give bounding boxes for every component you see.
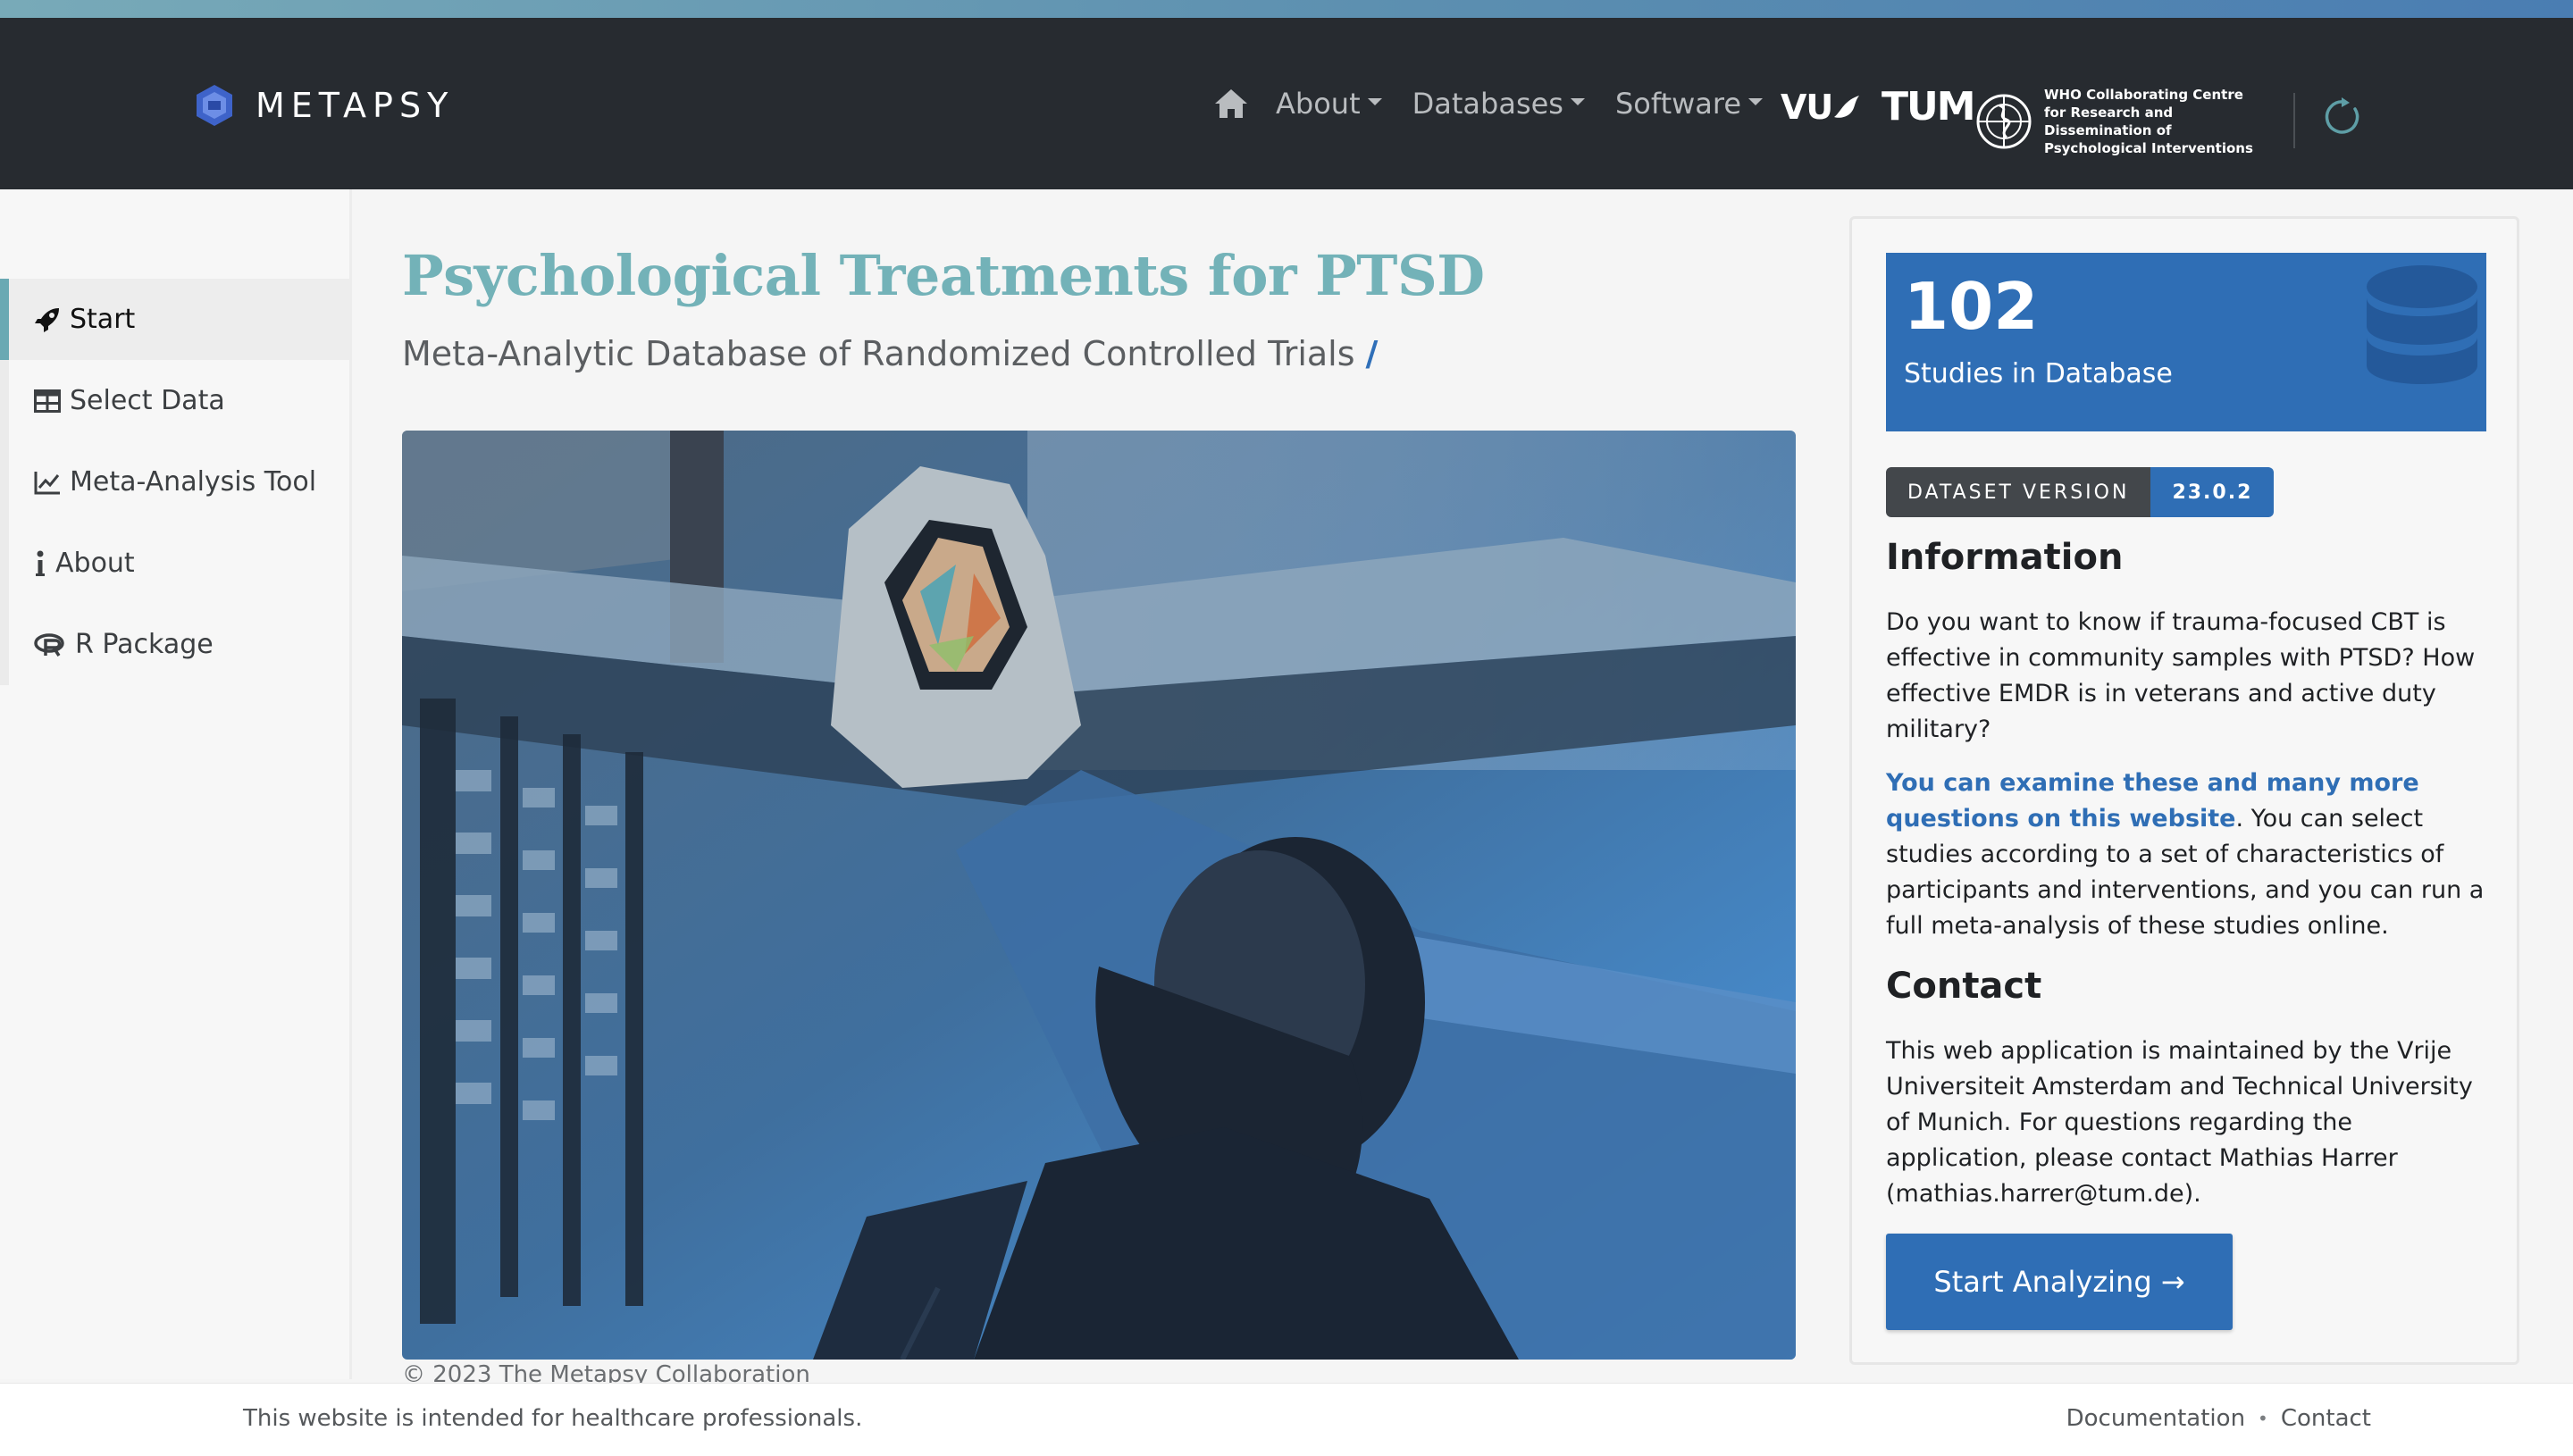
sidebar-item-label: Meta-Analysis Tool [70,466,317,498]
tum-logo-text: TUM [1882,84,1976,130]
caret-down-icon [1367,98,1382,105]
tum-logo[interactable]: TUM [1882,84,1976,130]
footer-notice: This website is intended for healthcare … [243,1405,863,1432]
sidebar-item-label: About [55,548,135,579]
footer-documentation-link[interactable]: Documentation [2066,1405,2245,1432]
studies-count: 102 [1904,269,2039,344]
sidebar-menu: Start Select Data Meta-Analysis Tool Abo… [0,279,350,685]
rocket-icon [34,306,61,333]
vu-logo-text: VU [1781,88,1833,127]
nav-about[interactable]: About [1276,87,1382,121]
nav-software-label: Software [1614,87,1742,121]
dataset-version-value: 23.0.2 [2150,467,2275,517]
brand-name: METAPSY [256,86,455,125]
footer-contact-link[interactable]: Contact [2281,1405,2371,1432]
info-card: 102 Studies in Database DATASET VERSION … [1849,216,2519,1365]
caret-down-icon [1748,98,1764,105]
who-emblem-icon [1976,94,2032,149]
information-text-2: You can examine these and many more ques… [1886,766,2493,944]
navbar: METAPSY About Databases Software VU TUM [0,18,2573,189]
who-logo-text: WHO Collaborating Centre for Research an… [2044,86,2276,157]
information-text: Do you want to know if trauma-focused CB… [1886,608,2476,743]
table-icon [34,388,61,414]
who-logo[interactable]: WHO Collaborating Centre for Research an… [1974,86,2276,157]
sidebar-item-start[interactable]: Start [0,279,350,360]
information-heading: Information [1886,537,2124,578]
contact-heading: Contact [1886,966,2042,1007]
sidebar-item-about[interactable]: About [0,523,350,604]
top-accent-strip [0,0,2573,18]
studies-label: Studies in Database [1904,358,2173,389]
r-project-icon [34,632,66,658]
sidebar-item-label: Select Data [70,385,225,416]
subtitle-slash: / [1365,334,1379,373]
chart-line-icon [34,469,61,496]
hero-photo [402,431,1796,1360]
brand-link[interactable]: METAPSY [195,79,454,132]
who-line-1: WHO Collaborating Centre [2044,87,2243,103]
nav-about-label: About [1276,87,1361,121]
nav-databases[interactable]: Databases [1412,87,1585,121]
nav-databases-label: Databases [1412,87,1563,121]
contact-text: This web application is maintained by th… [1886,1037,2473,1208]
dataset-version-badge: DATASET VERSION 23.0.2 [1886,467,2275,517]
griffin-icon [1834,96,1860,118]
footer-separator: • [2258,1408,2268,1429]
dataset-version-label: DATASET VERSION [1886,467,2151,517]
nav-software[interactable]: Software [1614,87,1764,121]
page-title: Psychological Treatments for PTSD [402,243,1485,308]
home-icon[interactable] [1211,84,1251,123]
who-line-2: for Research and Dissemination of [2044,105,2174,138]
start-analyzing-button[interactable]: Start Analyzing → [1886,1234,2233,1330]
caret-down-icon [1570,98,1585,105]
who-line-3: Psychological Interventions [2044,140,2253,156]
sidebar: Start Select Data Meta-Analysis Tool Abo… [0,189,352,1379]
info-icon [34,550,46,577]
refresh-icon[interactable] [2323,96,2364,138]
hero-image [402,431,1796,1360]
vu-logo[interactable]: VU [1781,88,1863,127]
sidebar-item-select-data[interactable]: Select Data [0,360,350,441]
footer: This website is intended for healthcare … [0,1383,2573,1456]
sidebar-item-label: R Package [75,629,214,660]
sidebar-item-r-package[interactable]: R Package [0,604,350,685]
sidebar-item-label: Start [70,304,136,335]
page-subtitle: Meta-Analytic Database of Randomized Con… [402,334,1378,373]
metapsy-logo-icon [197,85,232,126]
studies-stat-box: 102 Studies in Database [1886,253,2486,431]
sidebar-item-meta-analysis-tool[interactable]: Meta-Analysis Tool [0,441,350,523]
page-subtitle-text: Meta-Analytic Database of Randomized Con… [402,334,1355,373]
main-nav: About Databases Software [1211,73,1793,134]
footer-links: Documentation • Contact [2066,1405,2371,1432]
database-icon [2367,265,2477,384]
nav-divider [2293,93,2295,148]
